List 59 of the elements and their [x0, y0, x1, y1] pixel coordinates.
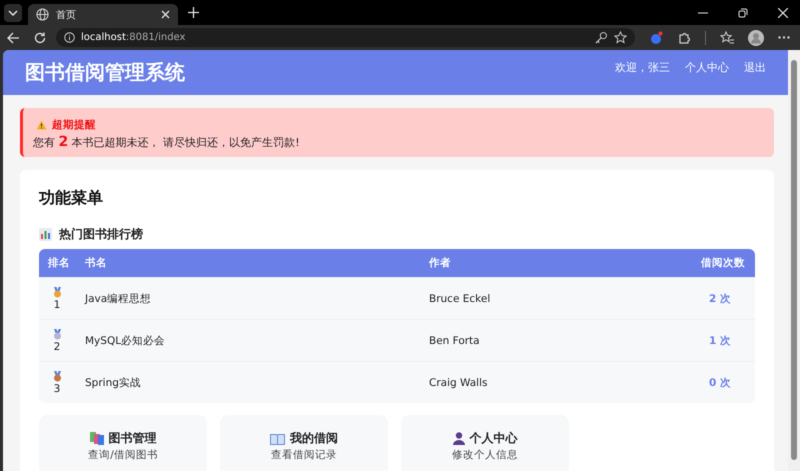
rank-number: 3: [54, 382, 60, 394]
reload-icon[interactable]: [34, 32, 46, 44]
tile-subtitle: 查询/借阅图书: [88, 448, 158, 462]
caret-icon: [8, 10, 18, 16]
nav-link[interactable]: 退出: [744, 60, 766, 75]
nav-link[interactable]: 个人中心: [685, 60, 729, 75]
book-title: Java编程思想: [85, 292, 152, 306]
tile-title: 图书管理: [108, 430, 156, 447]
open-book-icon: [270, 432, 285, 444]
favorites-icon[interactable]: [720, 30, 734, 44]
tile-title: 我的借阅: [290, 430, 338, 447]
puzzle-icon[interactable]: [677, 30, 691, 44]
book-author: Craig Walls: [429, 376, 488, 388]
tile-title: 个人中心: [470, 430, 518, 447]
close-icon[interactable]: [161, 10, 170, 19]
tab-list-button[interactable]: [4, 4, 22, 22]
column-header: 排名: [46, 256, 71, 270]
alert-message: 您有 2 本书已超期未还， 请尽快归还，以免产生罚款!: [33, 134, 301, 150]
section-title: 功能菜单: [39, 188, 104, 209]
column-header: 借阅次数: [700, 256, 746, 270]
bar-chart-icon: [39, 228, 52, 241]
menu-tile[interactable]: 我的借阅 查看借阅记录: [220, 415, 388, 471]
menu-tile[interactable]: 个人中心 修改个人信息: [401, 415, 569, 471]
tile-subtitle: 查看借阅记录: [271, 448, 337, 462]
book-author: Ben Forta: [429, 334, 481, 346]
tile-subtitle: 修改个人信息: [452, 448, 518, 462]
column-header: 书名: [85, 256, 108, 270]
scrollbar[interactable]: [788, 50, 800, 471]
address-bar[interactable]: localhost:8081/index: [56, 28, 635, 47]
book-author: Bruce Eckel: [429, 292, 492, 304]
browser-tab[interactable]: 首页: [28, 4, 178, 25]
books-icon: [90, 432, 104, 445]
rank-number: 2: [54, 340, 60, 352]
book-title: Spring实战: [85, 376, 142, 390]
new-tab-icon[interactable]: [188, 7, 199, 18]
ranking-title: 热门图书排行榜: [59, 226, 143, 243]
borrow-count: 0 次: [708, 376, 732, 390]
book-title: MySQL必知必会: [85, 334, 166, 348]
info-icon: [64, 32, 75, 43]
tab-title: 首页: [56, 8, 77, 22]
app-title: 图书借阅管理系统: [25, 59, 185, 86]
column-header: 作者: [429, 256, 452, 270]
minimize-icon[interactable]: [698, 12, 708, 14]
globe-icon: [36, 8, 49, 21]
star-icon[interactable]: [614, 31, 627, 44]
borrow-count: 1 次: [708, 334, 732, 348]
borrow-count: 2 次: [708, 292, 732, 306]
nav-link[interactable]: 欢迎，张三: [615, 60, 670, 75]
key-icon[interactable]: [595, 31, 608, 44]
avatar-icon[interactable]: [748, 30, 764, 46]
restore-icon[interactable]: [738, 8, 748, 18]
back-icon[interactable]: [7, 32, 20, 44]
more-icon[interactable]: [778, 36, 790, 39]
menu-tile[interactable]: 图书管理 查询/借阅图书: [39, 415, 207, 471]
person-icon: [452, 432, 464, 445]
close-window-icon[interactable]: [778, 8, 788, 18]
rank-number: 1: [54, 298, 60, 310]
warning-icon: [36, 120, 47, 130]
alert-title: 超期提醒: [52, 118, 96, 132]
